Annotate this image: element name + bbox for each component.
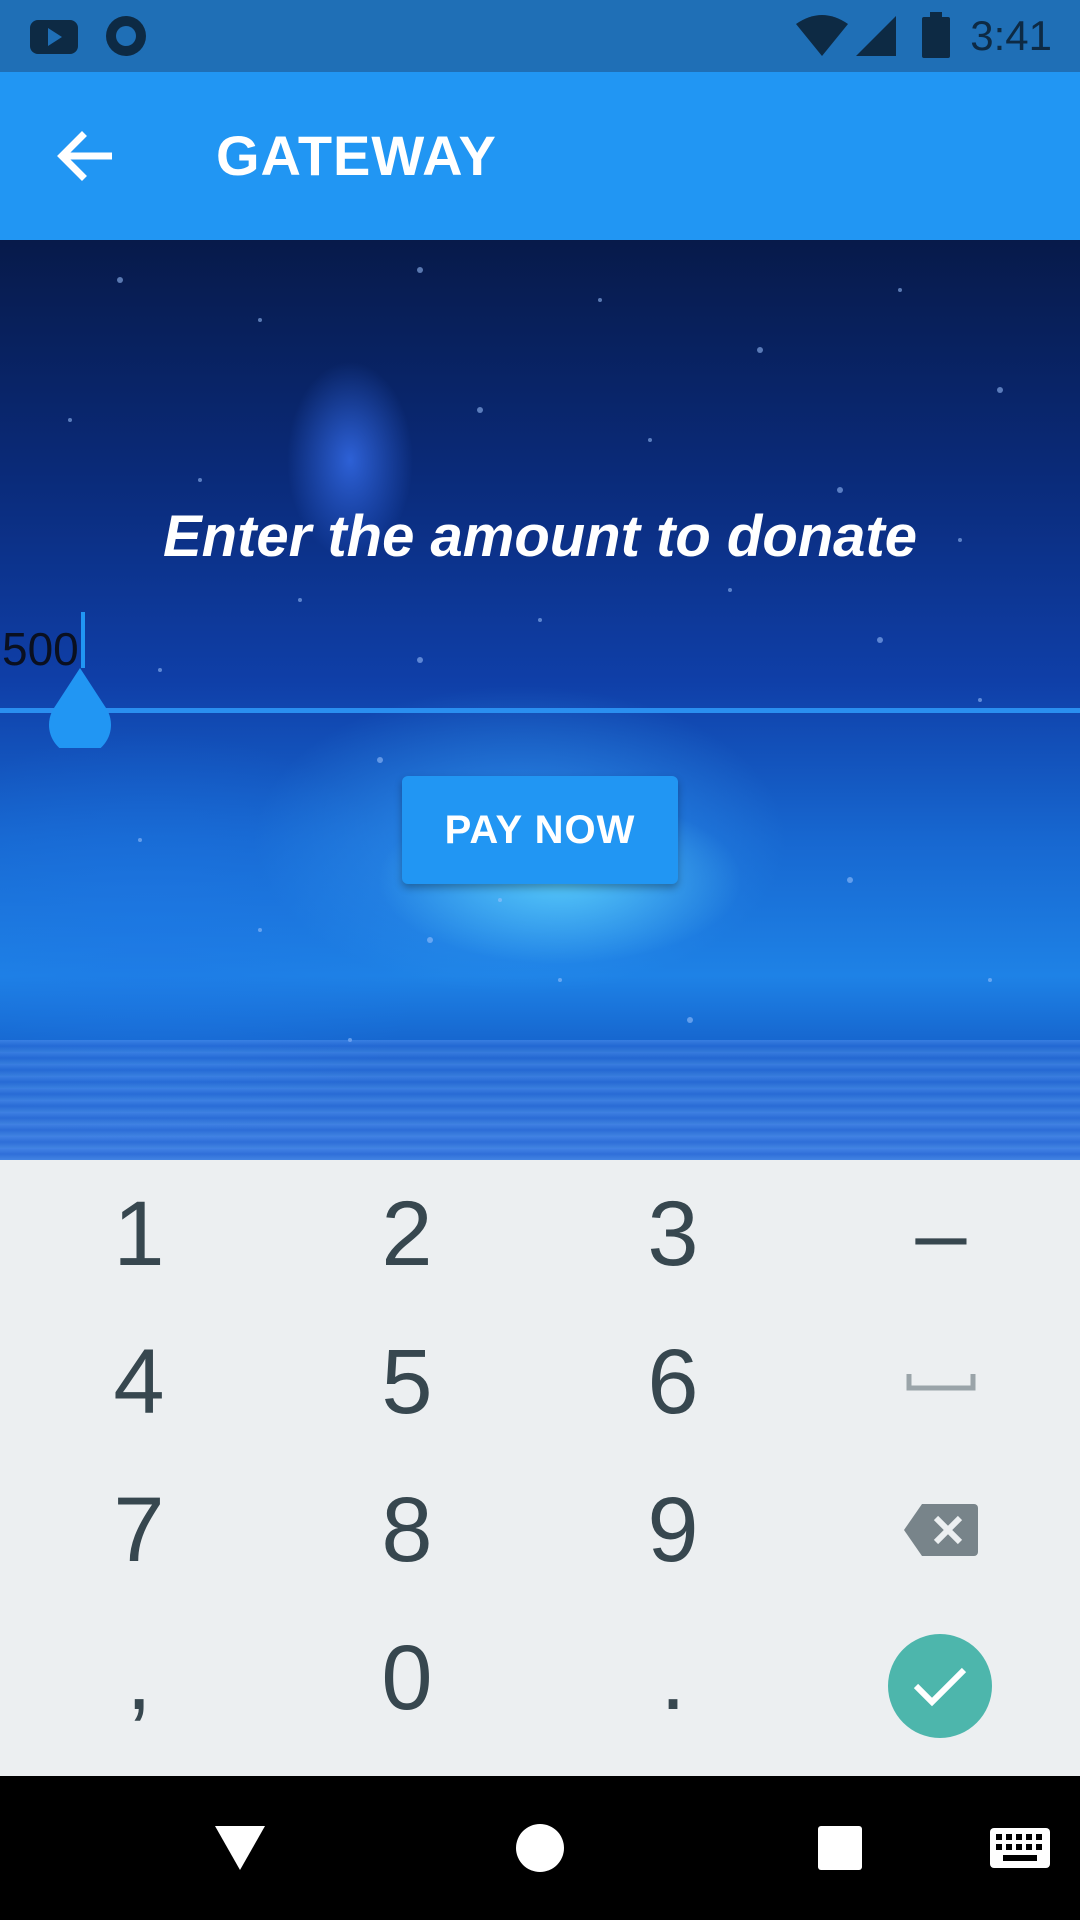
youtube-icon — [30, 20, 78, 54]
key-4[interactable]: 4 — [4, 1308, 274, 1456]
water-reflection — [0, 1040, 1080, 1160]
app-bar: GATEWAY — [0, 72, 1080, 240]
home-circle-icon — [516, 1824, 564, 1872]
back-button[interactable] — [44, 116, 124, 196]
status-bar: 3:41 — [0, 0, 1080, 72]
key-period[interactable]: . — [538, 1604, 808, 1752]
key-0[interactable]: 0 — [272, 1604, 542, 1752]
donate-prompt: Enter the amount to donate — [163, 504, 917, 569]
key-7[interactable]: 7 — [4, 1456, 274, 1604]
donation-panel: Enter the amount to donate 500 PAY NOW — [0, 240, 1080, 1160]
key-5[interactable]: 5 — [272, 1308, 542, 1456]
cursor-handle[interactable] — [46, 666, 114, 748]
numeric-keypad: 1 2 3 – 4 5 6 7 8 9 , 0 . — [0, 1160, 1080, 1776]
check-icon — [913, 1667, 967, 1707]
amount-input-underline — [0, 708, 1080, 713]
key-comma[interactable]: , — [4, 1604, 274, 1752]
done-button[interactable] — [888, 1634, 992, 1738]
page-title: GATEWAY — [216, 124, 497, 187]
space-bar-icon — [906, 1374, 976, 1391]
key-8[interactable]: 8 — [272, 1456, 542, 1604]
key-minus[interactable]: – — [806, 1160, 1076, 1308]
key-1[interactable]: 1 — [4, 1160, 274, 1308]
back-triangle-icon — [215, 1826, 265, 1870]
nav-recents-button[interactable] — [800, 1808, 880, 1888]
backspace-icon — [904, 1504, 978, 1556]
key-backspace[interactable] — [806, 1456, 1076, 1604]
nav-home-button[interactable] — [500, 1808, 580, 1888]
navigation-bar — [0, 1776, 1080, 1920]
amount-input[interactable]: 500 — [0, 612, 1080, 722]
circle-icon — [106, 16, 146, 56]
recents-square-icon — [818, 1826, 862, 1870]
key-9[interactable]: 9 — [538, 1456, 808, 1604]
nav-back-button[interactable] — [200, 1812, 280, 1884]
battery-icon — [922, 12, 950, 58]
status-time: 3:41 — [970, 12, 1052, 59]
text-cursor — [81, 612, 85, 668]
arrow-back-icon — [57, 131, 112, 181]
key-3[interactable]: 3 — [538, 1160, 808, 1308]
key-6[interactable]: 6 — [538, 1308, 808, 1456]
wifi-icon — [796, 15, 848, 56]
cell-signal-icon — [856, 16, 896, 56]
keyboard-switch-button[interactable] — [980, 1812, 1060, 1884]
keyboard-icon — [990, 1828, 1050, 1868]
pay-now-button[interactable]: PAY NOW — [402, 776, 678, 884]
key-2[interactable]: 2 — [272, 1160, 542, 1308]
key-space[interactable] — [806, 1308, 1076, 1456]
